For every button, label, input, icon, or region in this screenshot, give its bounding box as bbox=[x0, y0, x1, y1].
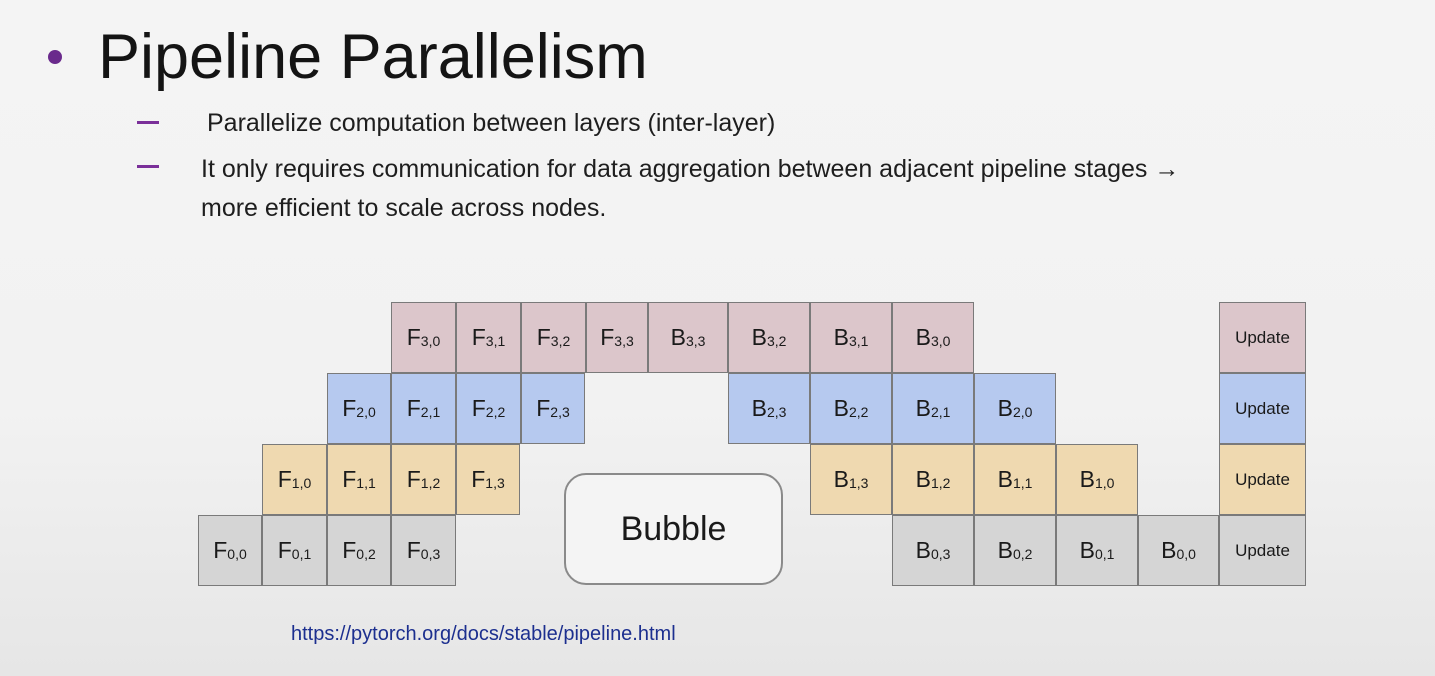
backward-cell-3-0: B 3,0 bbox=[892, 302, 974, 373]
update-cell-gpu-0: Update bbox=[1219, 515, 1306, 586]
backward-cell-1-3: B 1,3 bbox=[810, 444, 892, 515]
forward-cell-1-3: F 1,3 bbox=[456, 444, 520, 515]
forward-cell-2-1: F 2,1 bbox=[391, 373, 456, 444]
backward-cell-2-3: B 2,3 bbox=[728, 373, 810, 444]
backward-cell-2-2: B 2,2 bbox=[810, 373, 892, 444]
forward-cell-2-2: F 2,2 bbox=[456, 373, 521, 444]
source-link[interactable]: https://pytorch.org/docs/stable/pipeline… bbox=[291, 620, 676, 648]
forward-cell-3-0: F 3,0 bbox=[391, 302, 456, 373]
update-cell-gpu-3: Update bbox=[1219, 302, 1306, 373]
forward-cell-3-3: F 3,3 bbox=[586, 302, 648, 373]
update-cell-gpu-2: Update bbox=[1219, 373, 1306, 444]
forward-cell-0-1: F 0,1 bbox=[262, 515, 327, 586]
backward-cell-0-0: B 0,0 bbox=[1138, 515, 1219, 586]
forward-cell-2-0: F 2,0 bbox=[327, 373, 391, 444]
forward-cell-0-2: F 0,2 bbox=[327, 515, 391, 586]
backward-cell-1-2: B 1,2 bbox=[892, 444, 974, 515]
backward-cell-1-1: B 1,1 bbox=[974, 444, 1056, 515]
bubble-box: Bubble bbox=[564, 473, 783, 585]
forward-cell-1-1: F 1,1 bbox=[327, 444, 391, 515]
forward-cell-2-3: F 2,3 bbox=[521, 373, 585, 444]
backward-cell-0-2: B 0,2 bbox=[974, 515, 1056, 586]
update-cell-gpu-1: Update bbox=[1219, 444, 1306, 515]
forward-cell-0-3: F 0,3 bbox=[391, 515, 456, 586]
backward-cell-2-1: B 2,1 bbox=[892, 373, 974, 444]
forward-cell-0-0: F 0,0 bbox=[198, 515, 262, 586]
forward-cell-3-2: F 3,2 bbox=[521, 302, 586, 373]
backward-cell-2-0: B 2,0 bbox=[974, 373, 1056, 444]
backward-cell-0-1: B 0,1 bbox=[1056, 515, 1138, 586]
backward-cell-3-1: B 3,1 bbox=[810, 302, 892, 373]
backward-cell-3-2: B 3,2 bbox=[728, 302, 810, 373]
backward-cell-3-3: B 3,3 bbox=[648, 302, 728, 373]
backward-cell-1-0: B 1,0 bbox=[1056, 444, 1138, 515]
backward-cell-0-3: B 0,3 bbox=[892, 515, 974, 586]
forward-cell-1-2: F 1,2 bbox=[391, 444, 456, 515]
forward-cell-1-0: F 1,0 bbox=[262, 444, 327, 515]
forward-cell-3-1: F 3,1 bbox=[456, 302, 521, 373]
